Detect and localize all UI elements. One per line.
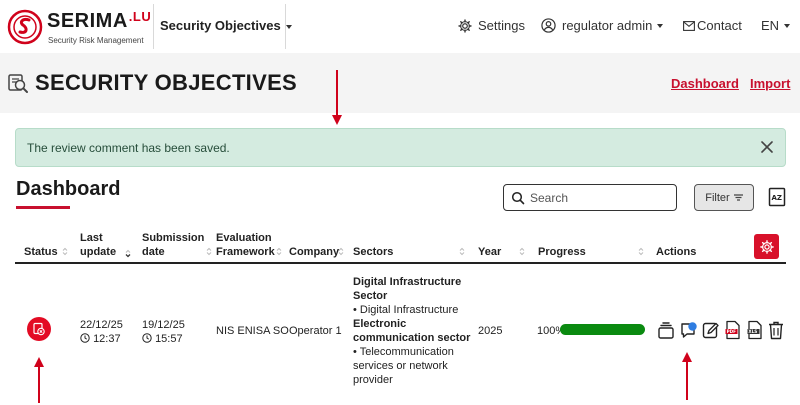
column-header-last-update[interactable]: Last update — [80, 231, 116, 259]
page-title: SECURITY OBJECTIVES — [35, 70, 298, 95]
nav-settings[interactable]: Settings — [458, 18, 525, 33]
table-header-divider — [15, 262, 786, 264]
sector-item: • Digital Infrastructure — [353, 304, 459, 316]
gear-icon — [759, 239, 774, 254]
annotation-arrow-down — [332, 70, 342, 125]
language-selector[interactable]: EN — [761, 18, 791, 33]
sort-icon[interactable] — [638, 247, 644, 256]
history-icon[interactable] — [657, 320, 675, 340]
serima-logo-icon — [7, 9, 43, 45]
sort-icon[interactable] — [206, 247, 212, 256]
logo-subtitle: Security Risk Management — [48, 36, 144, 45]
sector-item: • Telecommunication — [353, 346, 454, 358]
sector-title: Digital Infrastructure — [353, 276, 462, 288]
export-icon[interactable]: XLS — [746, 320, 764, 340]
security-objectives-icon — [8, 74, 28, 93]
annotation-arrow-up — [682, 352, 692, 400]
edit-icon[interactable] — [702, 320, 720, 340]
column-header-submission-date[interactable]: Submission date — [142, 231, 204, 259]
search-input[interactable] — [530, 189, 670, 207]
status-rejected-icon — [33, 322, 45, 336]
divider — [153, 4, 154, 49]
svg-text:PDF: PDF — [727, 329, 737, 334]
sort-icon[interactable] — [276, 247, 282, 256]
column-header-sectors[interactable]: Sectors — [353, 245, 393, 259]
clock-icon — [80, 333, 90, 343]
column-header-status[interactable]: Status — [24, 245, 58, 259]
close-icon[interactable] — [759, 139, 775, 155]
column-header-framework[interactable]: Evaluation Framework — [216, 231, 275, 259]
submission-time: 15:57 — [142, 332, 183, 346]
settings-gear-icon — [458, 18, 472, 33]
user-icon — [541, 18, 556, 33]
last-update-time: 12:37 — [80, 332, 121, 346]
column-header-actions: Actions — [656, 246, 697, 258]
column-settings-button[interactable] — [754, 234, 779, 259]
dashboard-link[interactable]: Dashboard — [671, 76, 739, 91]
delete-icon[interactable] — [767, 320, 785, 340]
sector-title: Sector — [353, 290, 388, 302]
dashboard-title: Dashboard — [16, 178, 121, 200]
serima-logo[interactable]: SERIMA.LU Security Risk Management — [7, 7, 151, 47]
sort-icon[interactable] — [459, 247, 465, 256]
pdf-icon[interactable]: PDF — [724, 320, 742, 340]
sector-title: Electronic — [353, 318, 407, 330]
nav-settings-label: Settings — [478, 18, 525, 33]
svg-text:AZ: AZ — [772, 194, 783, 202]
clock-icon — [142, 333, 152, 343]
column-header-progress[interactable]: Progress — [538, 245, 586, 259]
comment-icon[interactable] — [680, 320, 698, 340]
alert-message: The review comment has been saved. — [27, 141, 230, 155]
svg-text:XLS: XLS — [748, 329, 757, 334]
sectors-cell: Digital Infrastructure Sector • Digital … — [353, 275, 478, 387]
nav-user-menu[interactable]: regulator admin — [541, 18, 664, 33]
year-cell: 2025 — [478, 325, 503, 337]
chevron-down-icon — [285, 24, 292, 29]
framework-cell: NIS ENISA SO — [216, 325, 289, 337]
logo-wordmark: SERIMA.LU — [47, 9, 152, 32]
sort-icon[interactable] — [338, 247, 344, 256]
nav-contact[interactable]: Contact — [683, 18, 742, 33]
filter-button[interactable]: Filter — [694, 184, 754, 211]
column-header-year[interactable]: Year — [478, 245, 501, 259]
sector-item: provider — [353, 374, 393, 386]
module-selector[interactable]: Security Objectives — [160, 18, 292, 33]
nav-contact-label: Contact — [697, 18, 742, 33]
divider — [285, 4, 286, 49]
sort-icon[interactable] — [62, 247, 68, 256]
chevron-down-icon — [657, 23, 664, 28]
import-link[interactable]: Import — [750, 76, 790, 91]
top-navbar: SERIMA.LU Security Risk Management Secur… — [0, 0, 800, 53]
nav-user-label: regulator admin — [562, 18, 653, 33]
sort-desc-icon[interactable] — [125, 249, 131, 258]
search-box[interactable] — [503, 184, 677, 211]
search-icon — [511, 191, 525, 205]
filter-icon — [733, 194, 743, 201]
sort-icon[interactable] — [519, 247, 525, 256]
submission-date: 19/12/25 — [142, 319, 185, 331]
title-underline — [16, 206, 70, 209]
column-header-company[interactable]: Company — [289, 245, 339, 259]
company-cell: Operator 1 — [289, 325, 342, 337]
last-update-date: 22/12/25 — [80, 319, 123, 331]
sort-az-icon[interactable]: AZ — [768, 187, 786, 207]
success-alert: The review comment has been saved. — [15, 128, 786, 167]
chevron-down-icon — [784, 23, 791, 28]
filter-label: Filter — [705, 191, 730, 204]
sector-item: services or network — [353, 360, 448, 372]
language-label: EN — [761, 18, 780, 33]
annotation-arrow-up — [34, 357, 44, 403]
sector-title: communication sector — [353, 332, 471, 344]
status-badge[interactable] — [27, 317, 51, 341]
mail-icon — [683, 20, 695, 31]
progress-bar — [560, 324, 645, 335]
